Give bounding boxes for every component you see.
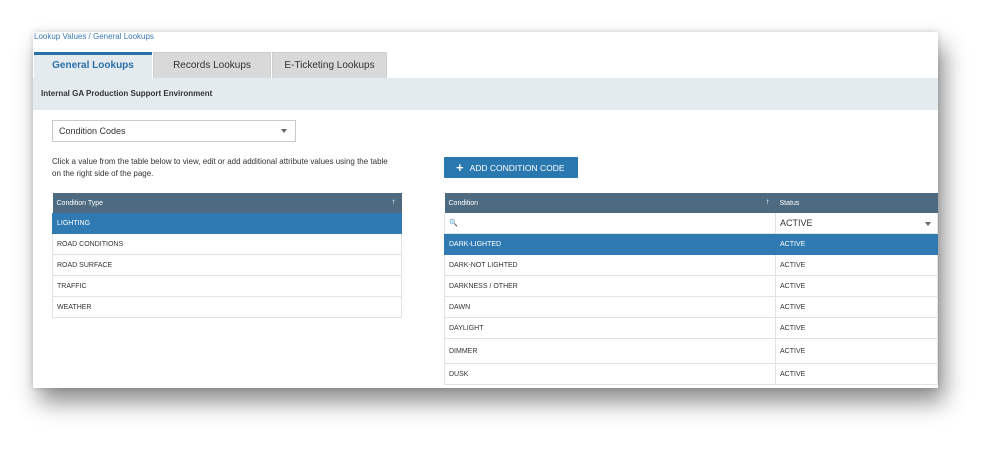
chevron-down-icon [925, 222, 931, 226]
condition-type-header-label: Condition Type [56, 199, 104, 207]
status-cell: ACTIVE [775, 233, 938, 255]
plus-icon: + [456, 160, 464, 175]
table-row[interactable]: DIMMER ACTIVE [444, 338, 938, 364]
table-row[interactable]: ROAD SURFACE [52, 254, 402, 276]
table-row[interactable]: TRAFFIC [52, 275, 402, 297]
condition-table: Condition ↑ Status 🔍 ACTIVE DARK-LIGHTED… [444, 193, 938, 385]
tab-eticketing-lookups[interactable]: E-Ticketing Lookups [272, 52, 387, 78]
table-row[interactable]: ROAD CONDITIONS [52, 233, 402, 255]
condition-filter-input[interactable]: 🔍 [444, 213, 776, 234]
status-cell: ACTIVE [775, 296, 938, 318]
lookup-type-value: Condition Codes [59, 126, 126, 136]
add-button-label: ADD CONDITION CODE [469, 163, 565, 173]
table-row[interactable]: DARKNESS / OTHER ACTIVE [444, 275, 938, 297]
condition-header[interactable]: Condition ↑ [444, 193, 776, 213]
condition-cell: DARKNESS / OTHER [444, 275, 776, 297]
breadcrumb[interactable]: Lookup Values / General Lookups [34, 32, 154, 41]
status-filter-select[interactable]: ACTIVE [775, 213, 938, 234]
condition-type-cell: ROAD CONDITIONS [52, 233, 402, 255]
table-row[interactable]: DUSK ACTIVE [444, 363, 938, 385]
status-header[interactable]: Status [775, 193, 938, 213]
tab-records-lookups[interactable]: Records Lookups [153, 52, 271, 78]
condition-cell: DAWN [444, 296, 776, 318]
sort-arrow-icon[interactable]: ↑ [392, 197, 396, 206]
status-filter-value: ACTIVE [780, 218, 813, 228]
table-row[interactable]: DAYLIGHT ACTIVE [444, 317, 938, 339]
status-cell: ACTIVE [775, 363, 938, 385]
condition-type-cell: LIGHTING [52, 213, 402, 234]
condition-type-cell: TRAFFIC [52, 275, 402, 297]
instructions-text: Click a value from the table below to vi… [52, 157, 388, 178]
status-cell: ACTIVE [775, 275, 938, 297]
app-window: Lookup Values / General Lookups General … [33, 32, 938, 388]
condition-type-table: Condition Type ↑ LIGHTING ROAD CONDITIONS… [52, 193, 402, 318]
sort-arrow-icon[interactable]: ↑ [766, 197, 770, 206]
tab-general-lookups[interactable]: General Lookups [34, 52, 152, 78]
condition-cell: DUSK [444, 363, 776, 385]
add-condition-code-button[interactable]: + ADD CONDITION CODE [444, 157, 578, 178]
chevron-down-icon [281, 129, 287, 133]
table-row[interactable]: DARK-LIGHTED ACTIVE [444, 233, 938, 255]
condition-cell: DARK-LIGHTED [444, 233, 776, 255]
status-header-label: Status [779, 199, 800, 207]
condition-cell: DAYLIGHT [444, 317, 776, 339]
search-icon: 🔍 [449, 220, 458, 227]
condition-cell: DARK-NOT LIGHTED [444, 254, 776, 276]
condition-type-cell: WEATHER [52, 296, 402, 318]
status-cell: ACTIVE [775, 338, 938, 364]
status-cell: ACTIVE [775, 317, 938, 339]
table-row[interactable]: LIGHTING [52, 213, 402, 234]
environment-bar: Internal GA Production Support Environme… [33, 78, 938, 110]
table-row[interactable]: DARK-NOT LIGHTED ACTIVE [444, 254, 938, 276]
condition-type-header[interactable]: Condition Type ↑ [52, 193, 402, 213]
condition-type-cell: ROAD SURFACE [52, 254, 402, 276]
tab-bar: General Lookups Records Lookups E-Ticket… [33, 52, 387, 78]
lookup-type-select[interactable]: Condition Codes [52, 120, 296, 142]
table-row[interactable]: DAWN ACTIVE [444, 296, 938, 318]
status-cell: ACTIVE [775, 254, 938, 276]
table-row[interactable]: WEATHER [52, 296, 402, 318]
condition-header-label: Condition [448, 199, 479, 207]
condition-cell: DIMMER [444, 338, 776, 364]
